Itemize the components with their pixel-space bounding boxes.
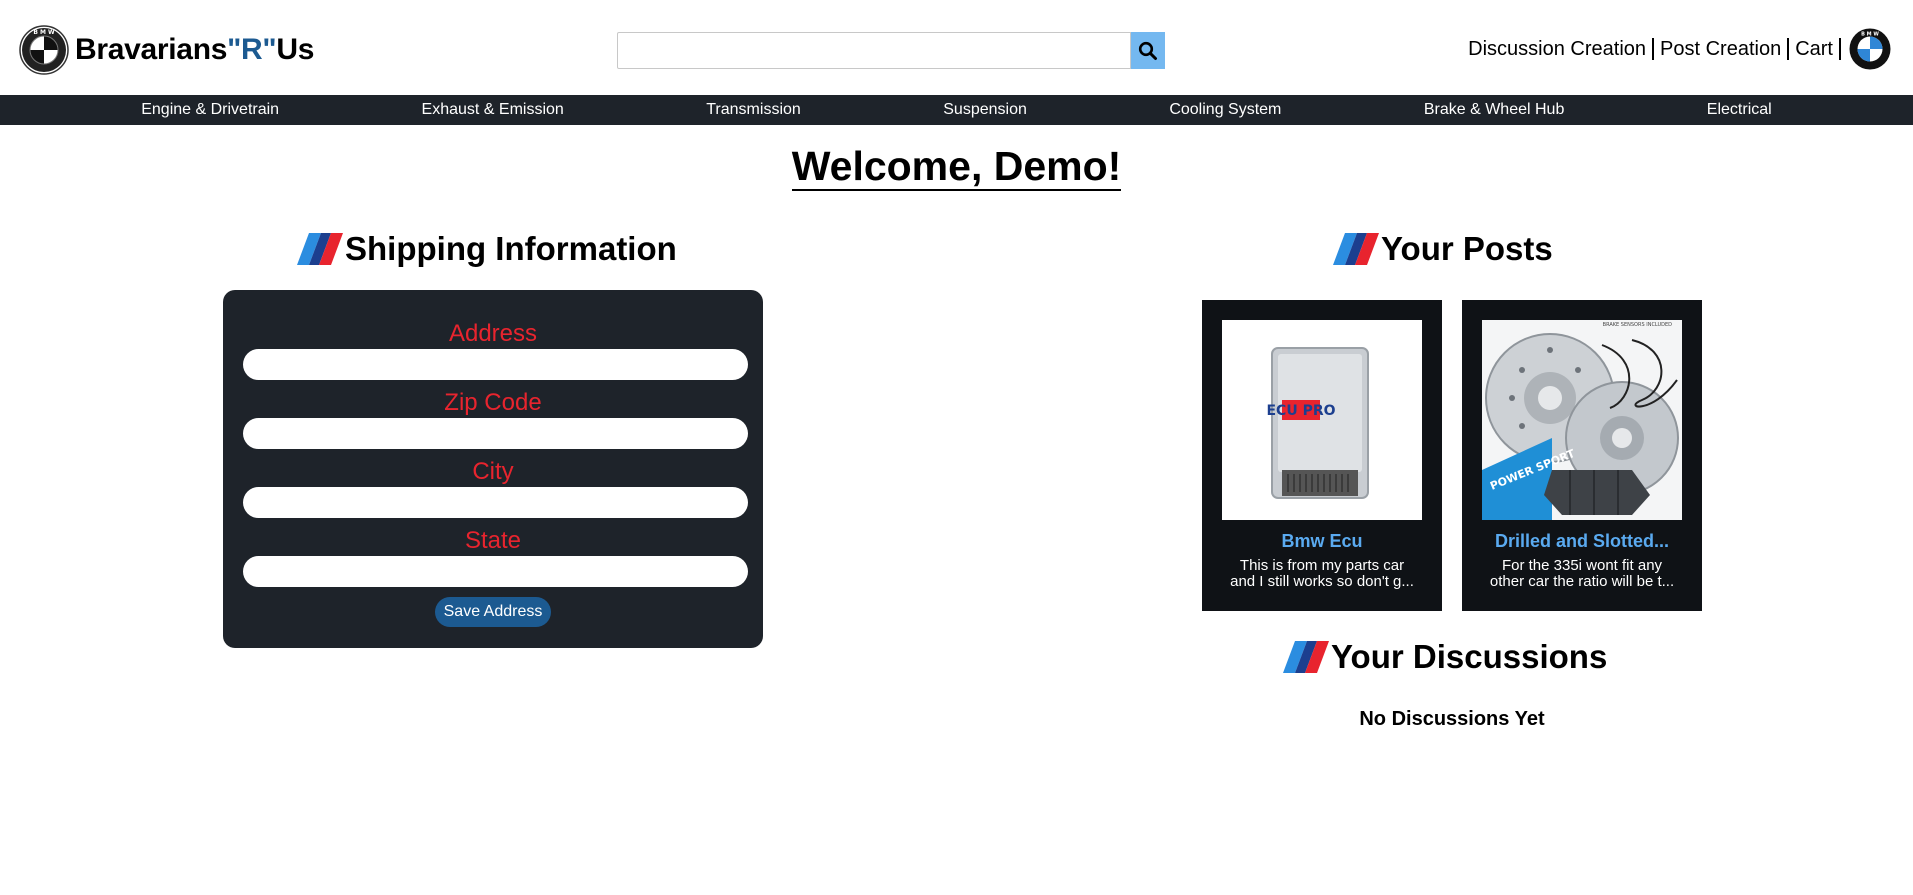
- post-creation-link[interactable]: Post Creation: [1660, 38, 1781, 61]
- state-label: State: [464, 527, 522, 554]
- brake-caption: BRAKE SENSORS INCLUDED: [1603, 322, 1672, 328]
- state-field[interactable]: [243, 556, 748, 587]
- m-stripes-icon: [1333, 233, 1379, 265]
- ecu-module-image: ECU PRO: [1222, 320, 1422, 520]
- city-field[interactable]: [243, 487, 748, 518]
- m-stripes-icon: [297, 233, 343, 265]
- post-description: For the 335i wont fit any other car the …: [1480, 558, 1684, 592]
- nav-item-transmission[interactable]: Transmission: [706, 101, 801, 119]
- welcome-section: Welcome, Demo!: [0, 143, 1913, 191]
- nav-item-engine-drivetrain[interactable]: Engine & Drivetrain: [141, 101, 279, 119]
- search-icon: [1138, 41, 1157, 60]
- city-label: City: [472, 458, 514, 485]
- nav-item-exhaust-emission[interactable]: Exhaust & Emission: [422, 101, 564, 119]
- empty-discussions-text: No Discussions Yet: [1359, 708, 1545, 730]
- brand-name: Bravarians"R"Us: [75, 33, 314, 67]
- nav-item-brake-wheel-hub[interactable]: Brake & Wheel Hub: [1424, 101, 1565, 119]
- cart-link[interactable]: Cart: [1795, 38, 1833, 61]
- divider: [1652, 38, 1655, 60]
- shipping-form: Address Zip Code City State: [223, 290, 763, 648]
- posts-title-text: Your Posts: [1381, 230, 1553, 267]
- post-desc-line: and I still works so don't g...: [1230, 574, 1414, 590]
- home-logo[interactable]: B M W Bravarians"R"Us: [19, 25, 314, 75]
- page-title: Welcome, Demo!: [791, 143, 1122, 191]
- shipping-section-title: Shipping Information: [287, 230, 677, 268]
- nav-item-suspension[interactable]: Suspension: [943, 101, 1027, 119]
- search-bar: [617, 32, 1165, 69]
- svg-text:B M W: B M W: [33, 29, 55, 36]
- zip-code-field[interactable]: [243, 418, 748, 449]
- discussions-section-title: Your Discussions: [1273, 638, 1607, 676]
- post-card[interactable]: BRAKE SENSORS INCLUDED POWER SPORT Drill…: [1462, 300, 1702, 611]
- brand-suffix: Us: [276, 33, 315, 66]
- site-header: B M W Bravarians"R"Us Discussion Creatio…: [0, 0, 1913, 95]
- brand-r: "R": [227, 33, 277, 66]
- post-title[interactable]: Bmw Ecu: [1212, 531, 1432, 552]
- divider: [1787, 38, 1790, 60]
- m-stripes-icon: [1283, 641, 1329, 673]
- save-address-button[interactable]: Save Address: [435, 597, 551, 627]
- divider: [1839, 38, 1841, 60]
- discussions-title-text: Your Discussions: [1331, 638, 1608, 675]
- svg-text:B M W: B M W: [1861, 32, 1879, 38]
- post-title[interactable]: Drilled and Slotted...: [1472, 531, 1692, 552]
- brake-rotors-pads-image: BRAKE SENSORS INCLUDED POWER SPORT: [1482, 320, 1682, 520]
- shipping-title-text: Shipping Information: [345, 230, 677, 267]
- post-card[interactable]: ECU PRO Bmw Ecu This is from my parts ca…: [1202, 300, 1442, 611]
- address-label: Address: [448, 320, 538, 347]
- post-desc-line: This is from my parts car: [1239, 558, 1405, 574]
- search-input[interactable]: [617, 32, 1131, 69]
- bmw-roundel-icon: B M W: [19, 25, 69, 75]
- category-nav: Engine & Drivetrain Exhaust & Emission T…: [0, 95, 1913, 125]
- top-links: Discussion Creation Post Creation Cart B…: [1468, 28, 1891, 70]
- post-desc-line: For the 335i wont fit any: [1501, 558, 1663, 574]
- address-field[interactable]: [243, 349, 748, 380]
- posts-section-title: Your Posts: [1323, 230, 1553, 268]
- brand-prefix: Bravarians: [75, 33, 228, 66]
- ecu-logo-text: ECU PRO: [1266, 403, 1335, 419]
- nav-item-cooling-system[interactable]: Cooling System: [1169, 101, 1281, 119]
- search-button[interactable]: [1131, 32, 1165, 69]
- profile-bmw-roundel-icon[interactable]: B M W: [1849, 28, 1891, 70]
- post-desc-line: other car the ratio will be t...: [1489, 574, 1675, 590]
- discussion-creation-link[interactable]: Discussion Creation: [1468, 38, 1646, 61]
- post-description: This is from my parts car and I still wo…: [1220, 558, 1424, 592]
- zip-code-label: Zip Code: [444, 389, 542, 416]
- nav-item-electrical[interactable]: Electrical: [1707, 101, 1772, 119]
